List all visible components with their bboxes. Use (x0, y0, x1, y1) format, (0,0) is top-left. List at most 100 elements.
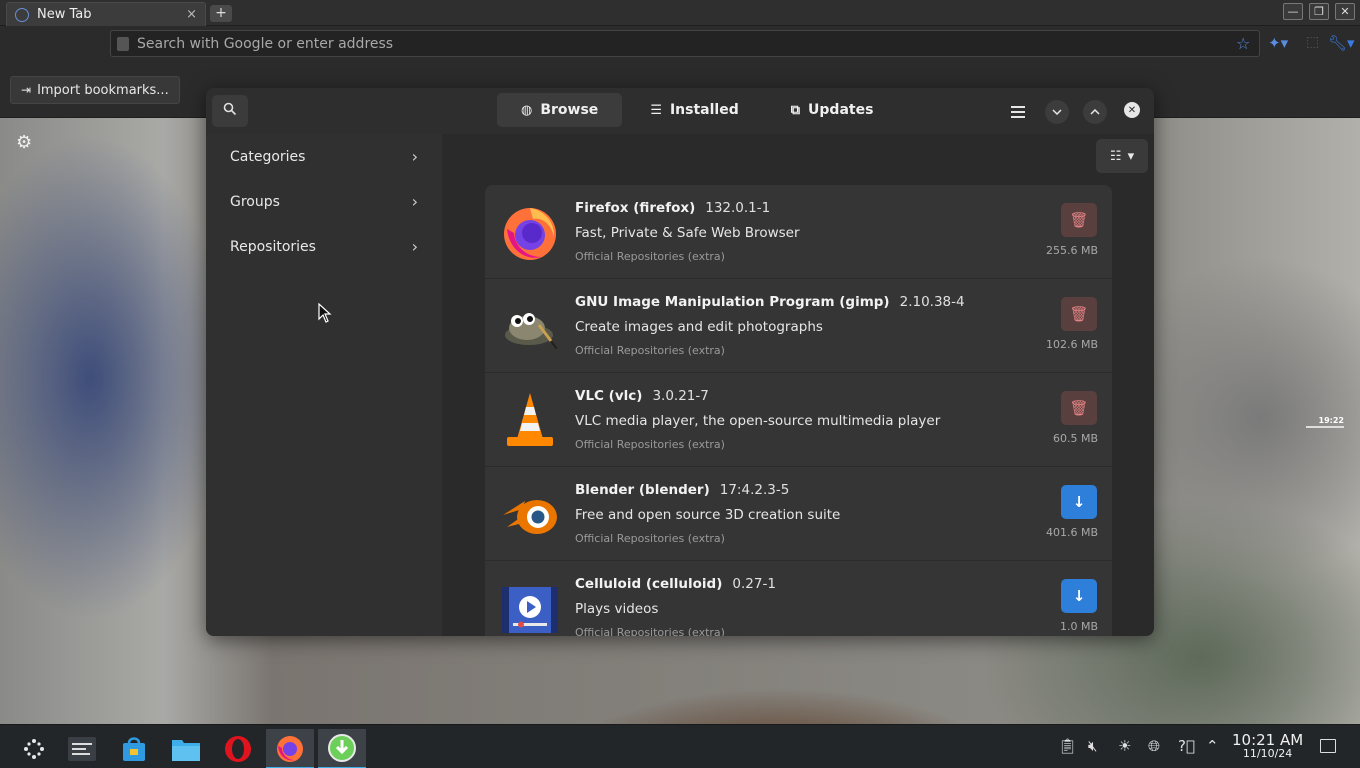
desktop-clock-widget: 19:22 (1306, 416, 1344, 428)
download-icon: ↓ (1072, 587, 1086, 605)
package-row-gimp[interactable]: GNU Image Manipulation Program (gimp) 2.1… (485, 279, 1112, 373)
show-desktop-icon[interactable] (1320, 739, 1336, 753)
package-size: 401.6 MB (1045, 526, 1098, 539)
sidebar-item-repositories[interactable]: Repositories › (206, 224, 442, 269)
package-manager-taskbar-icon[interactable] (318, 729, 366, 768)
app-sidebar: Categories › Groups › Repositories › (206, 134, 442, 636)
package-title: Blender (blender) 17:4.2.3-5 (575, 482, 789, 498)
system-settings-icon[interactable] (58, 729, 106, 768)
software-manager-window: ◍ Browse ☰ Installed ⧉ Updates ✕ Categor… (206, 88, 1154, 636)
app-header: ◍ Browse ☰ Installed ⧉ Updates ✕ (206, 88, 1154, 134)
browser-tab-bar: New Tab × + — ❐ ✕ (0, 0, 1360, 26)
package-name: VLC (vlc) (575, 388, 643, 404)
package-repo: Official Repositories (extra) (575, 438, 725, 451)
mouse-cursor (318, 302, 332, 327)
package-title: Firefox (firefox) 132.0.1-1 (575, 200, 770, 216)
extension-icon[interactable]: ⬚ (1306, 34, 1319, 50)
restore-button[interactable]: ❐ (1309, 3, 1329, 20)
package-list: Firefox (firefox) 132.0.1-1 Fast, Private… (485, 185, 1112, 636)
package-title: GNU Image Manipulation Program (gimp) 2.1… (575, 294, 965, 310)
clipboard-icon[interactable]: 📋︎ (1058, 737, 1077, 755)
chevron-right-icon: › (411, 237, 418, 256)
tab-title: New Tab (37, 7, 92, 22)
taskbar-clock[interactable]: 10:21 AM 11/10/24 (1232, 731, 1303, 760)
package-content: ☷ ▾ Firefox (firefox) 132.0.1-1 Fast, Pri… (442, 134, 1154, 636)
globe-icon: ◍ (521, 102, 533, 118)
tools-menu-icon[interactable]: 🔧︎▾ (1328, 34, 1355, 52)
chevron-right-icon: › (411, 192, 418, 211)
chevron-down-icon: ▾ (1127, 148, 1135, 164)
package-version: 17:4.2.3-5 (719, 482, 790, 498)
trash-icon: 🗑︎ (1069, 399, 1089, 417)
firefox-icon (499, 201, 561, 263)
list-icon: ☰ (650, 102, 662, 118)
install-button[interactable]: ↓ (1061, 579, 1097, 613)
package-repo: Official Repositories (extra) (575, 344, 725, 357)
volume-icon[interactable]: 🔇︎ (1088, 737, 1097, 755)
extensions-icon[interactable]: ✦▾ (1268, 34, 1288, 52)
tab-browse[interactable]: ◍ Browse (497, 93, 623, 127)
globe-icon (15, 7, 29, 22)
new-tab-button[interactable]: + (210, 5, 232, 22)
tab-installed-label: Installed (669, 102, 739, 118)
trash-icon: 🗑︎ (1069, 211, 1089, 229)
remove-button[interactable]: 🗑︎ (1061, 203, 1097, 237)
sidebar-item-groups[interactable]: Groups › (206, 179, 442, 224)
discover-store-icon[interactable] (110, 729, 158, 768)
remove-button[interactable]: 🗑︎ (1061, 391, 1097, 425)
import-bookmarks-button[interactable]: ⇥ Import bookmarks... (10, 76, 180, 104)
sidebar-item-label: Categories (230, 148, 306, 165)
address-bar[interactable]: Search with Google or enter address (110, 30, 1260, 57)
sidebar-item-categories[interactable]: Categories › (206, 134, 442, 179)
updates-icon: ⧉ (790, 102, 801, 118)
search-icon (223, 102, 237, 120)
package-name: Celluloid (celluloid) (575, 576, 723, 592)
package-row-vlc[interactable]: VLC (vlc) 3.0.21-7 VLC media player, the … (485, 373, 1112, 467)
search-button[interactable] (212, 95, 248, 127)
package-title: Celluloid (celluloid) 0.27-1 (575, 576, 776, 592)
package-description: Fast, Private & Safe Web Browser (575, 225, 800, 241)
brightness-icon[interactable]: ☀ (1118, 737, 1131, 755)
gear-icon[interactable]: ⚙ (16, 132, 32, 153)
remove-button[interactable]: 🗑︎ (1061, 297, 1097, 331)
firefox-taskbar-icon[interactable] (266, 729, 314, 768)
package-size: 102.6 MB (1045, 338, 1098, 351)
package-row-blender[interactable]: Blender (blender) 17:4.2.3-5 Free and ope… (485, 467, 1112, 561)
network-icon[interactable]: 🌐︎ (1148, 737, 1160, 755)
package-size: 255.6 MB (1045, 244, 1098, 257)
trash-icon: 🗑︎ (1069, 305, 1089, 323)
package-repo: Official Repositories (extra) (575, 626, 725, 636)
package-row-celluloid[interactable]: Celluloid (celluloid) 0.27-1 Plays videos… (485, 561, 1112, 636)
package-description: VLC media player, the open-source multim… (575, 413, 941, 429)
download-icon: ↓ (1072, 493, 1086, 511)
desktop-clock-underline (1306, 426, 1344, 428)
file-manager-icon[interactable] (162, 729, 210, 768)
help-icon[interactable]: ?⃝ (1178, 737, 1195, 755)
view-mode-dropdown[interactable]: ☷ ▾ (1096, 139, 1148, 173)
import-bookmarks-label: Import bookmarks... (37, 82, 169, 98)
close-window-button[interactable]: ✕ (1335, 3, 1355, 20)
minimize-chevron-icon[interactable] (1045, 100, 1069, 124)
opera-browser-icon[interactable] (214, 729, 262, 768)
minimize-button[interactable]: — (1283, 3, 1303, 20)
hamburger-menu-icon[interactable] (1006, 100, 1030, 124)
app-launcher-icon[interactable] (10, 729, 58, 768)
tab-updates[interactable]: ⧉ Updates (767, 93, 898, 127)
package-row-firefox[interactable]: Firefox (firefox) 132.0.1-1 Fast, Private… (485, 185, 1112, 279)
package-name: Firefox (firefox) (575, 200, 696, 216)
install-button[interactable]: ↓ (1061, 485, 1097, 519)
tab-installed[interactable]: ☰ Installed (626, 93, 762, 127)
close-icon[interactable]: ✕ (1124, 102, 1140, 118)
sidebar-item-label: Repositories (230, 238, 316, 255)
package-version: 132.0.1-1 (705, 200, 771, 216)
tray-expand-icon[interactable]: ⌃ (1206, 737, 1219, 755)
bookmark-star-icon[interactable]: ☆ (1236, 34, 1250, 53)
page-info-icon (117, 36, 129, 51)
maximize-chevron-icon[interactable] (1083, 100, 1107, 124)
sidebar-item-label: Groups (230, 193, 280, 210)
package-name: GNU Image Manipulation Program (gimp) (575, 294, 890, 310)
tab-close-icon[interactable]: × (186, 7, 197, 22)
package-description: Free and open source 3D creation suite (575, 507, 841, 523)
browser-tab[interactable]: New Tab × (6, 2, 206, 26)
package-size: 1.0 MB (1059, 620, 1098, 633)
